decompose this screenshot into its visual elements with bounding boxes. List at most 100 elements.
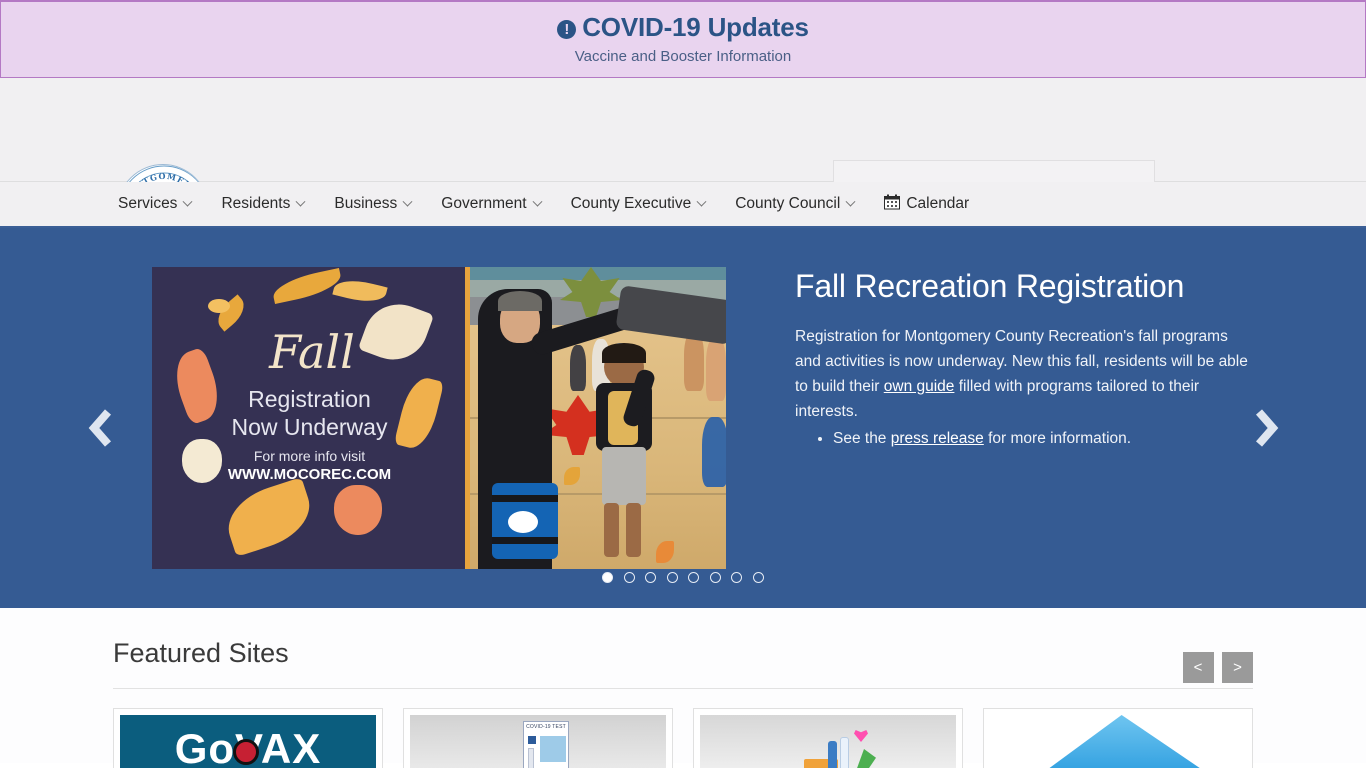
chevron-left-icon [88,409,112,447]
carousel-dot-6[interactable] [709,572,721,584]
nav-label: Business [334,195,398,212]
chevron-down-icon [295,196,306,207]
chevron-down-icon [696,196,707,207]
covid-test-kit-icon: COVID-19 TEST [523,721,569,768]
carousel-dot-7[interactable] [731,572,743,584]
bottle-icon [828,741,837,768]
bottle-icon [840,737,849,768]
site-header: MONTGOMERY COUNTY MARYLAND 17 76 [0,78,1366,256]
govax-banner-image: GoVAX [120,715,376,768]
pad-logo [508,511,538,533]
carousel-dots [0,569,1366,587]
list-item: See the press release for more informati… [833,426,1255,451]
leaf-icon [856,749,876,768]
chevron-down-icon [402,196,413,207]
nav-label: Services [118,195,178,212]
nav-label: County Executive [570,195,692,212]
nav-label: County Council [735,195,841,212]
featured-sites-heading: Featured Sites [113,638,289,668]
main-navigation: Services Residents Business Government C… [0,182,1366,228]
oak-leaf-icon [219,477,319,557]
covid-alert-title-text: COVID-19 Updates [582,12,809,42]
featured-next-button[interactable]: > [1222,652,1253,683]
hero-slide-bullets: See the press release for more informati… [795,426,1255,451]
featured-sites-nav: < > [1179,652,1253,683]
heart-icon [854,730,868,742]
featured-card-mountain-site[interactable] [983,708,1253,768]
mountain-shape-icon [1040,715,1210,768]
carousel-dot-2[interactable] [623,572,635,584]
nav-item-county-executive[interactable]: County Executive [570,195,707,213]
food-assistance-image [700,715,956,768]
carousel-next-button[interactable] [1243,406,1289,452]
chevron-down-icon [532,196,543,207]
nav-label: Calendar [906,195,970,212]
covid-alert-banner[interactable]: ! COVID-19 Updates Vaccine and Booster In… [0,0,1366,78]
background-child [702,417,726,487]
nav-item-county-council[interactable]: County Council [735,195,856,213]
carousel-dot-8[interactable] [752,572,764,584]
own-guide-link[interactable]: own guide [884,378,955,395]
child-hair [602,343,646,363]
child-figure [590,343,657,557]
fall-graphic-line2-text: Registration [248,386,371,412]
child-leg [626,503,641,557]
carousel-dot-1[interactable] [602,572,614,584]
nav-item-government[interactable]: Government [441,195,543,213]
featured-card-food-assistance[interactable] [693,708,963,768]
hero-slide-image[interactable]: Fall Registration Now Underway For more … [152,267,726,569]
leaf-decor-icon [270,267,344,305]
nav-item-calendar[interactable]: Calendar [884,194,969,215]
fall-graphic-line1: Fall [269,325,355,379]
calendar-icon [884,194,901,215]
carousel-dot-5[interactable] [688,572,700,584]
child-shorts [602,447,646,505]
chevron-down-icon [182,196,193,207]
carousel-dot-4[interactable] [666,572,678,584]
fall-graphic-line5: WWW.MOCOREC.COM [227,466,392,483]
hero-slide-body: Registration for Montgomery County Recre… [795,324,1253,424]
featured-sites-cards: GoVAX COVID-19 TEST [113,708,1253,768]
blue-kick-pad [492,483,558,559]
featured-card-covid-test[interactable]: COVID-19 TEST [403,708,673,768]
featured-prev-button[interactable]: < [1182,652,1214,683]
child-leg [604,503,619,557]
leaf-decor-icon [332,275,388,307]
featured-card-govax[interactable]: GoVAX [113,708,383,768]
hero-slide-title: Fall Recreation Registration [795,268,1185,304]
nav-item-business[interactable]: Business [334,195,413,213]
nav-label: Residents [221,195,291,212]
bullet-part2: for more information. [983,430,1132,447]
mountain-logo-image [990,715,1246,768]
carousel-prev-button[interactable] [78,406,124,452]
nav-label: Government [441,195,527,212]
nav-item-residents[interactable]: Residents [221,195,306,213]
nav-item-services[interactable]: Services [118,195,193,213]
carousel-dot-3[interactable] [645,572,657,584]
test-kit-window [540,736,566,762]
section-divider [113,688,1253,689]
fall-graphic-line3-text: Now Underway [231,414,388,440]
test-kit-strip [528,748,534,768]
chevron-right-icon [1255,409,1279,447]
berry-icon [208,299,230,313]
bullet-part1: See the [833,430,891,447]
background-child [706,337,726,401]
featured-sites-section: Featured Sites < > GoVAX COVID-19 TEST [0,608,1366,768]
hero-carousel: Fall Registration Now Underway For more … [0,228,1366,608]
exclamation-circle-icon: ! [557,20,577,39]
fall-graphic-line2: Registration Now Underway [182,385,437,441]
background-child [570,345,586,391]
fall-graphic-line4: For more info visit [253,448,366,464]
pad-strap [492,537,558,544]
gym-photo [465,267,726,569]
press-release-link[interactable]: press release [891,430,984,447]
covid-alert-title: ! COVID-19 Updates [1,12,1365,42]
acorn-icon [334,485,382,535]
covid-alert-subtitle: Vaccine and Booster Information [574,48,792,65]
instructor-hair [498,291,542,311]
covid-test-kit-label: COVID-19 TEST [526,724,566,730]
chevron-down-icon [845,196,856,207]
fall-promo-graphic: Fall Registration Now Underway For more … [152,267,465,569]
pad-strap [492,495,558,502]
